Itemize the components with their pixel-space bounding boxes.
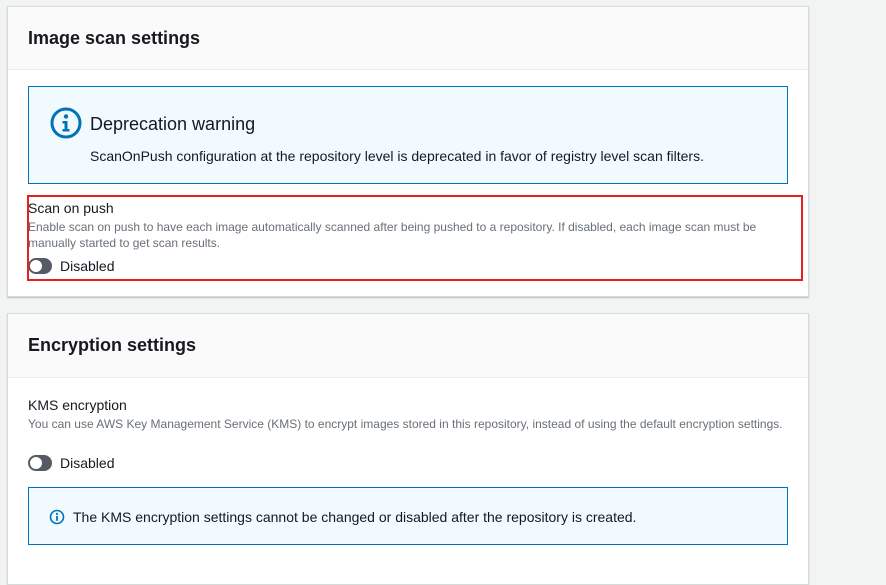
toggle-knob: [30, 457, 42, 469]
toggle-switch[interactable]: [28, 455, 52, 471]
panel-title: Encryption settings: [28, 335, 197, 355]
scan-on-push-description: Enable scan on push to have each image a…: [28, 220, 757, 250]
toggle-knob: [30, 260, 42, 272]
panel-title: Image scan settings: [28, 27, 201, 48]
kms-info-alert: The KMS encryption settings cannot be ch…: [28, 487, 788, 545]
toggle-state-label: Disabled: [60, 258, 115, 274]
info-icon: [50, 107, 82, 139]
alert-content: The KMS encryption settings cannot be ch…: [49, 508, 636, 526]
scan-on-push-label: Scan on push: [28, 200, 114, 216]
toggle-state-label: Disabled: [60, 455, 115, 471]
toggle-switch[interactable]: [28, 258, 52, 274]
alert-heading: Deprecation warning: [90, 114, 256, 134]
panel-header: Encryption settings: [8, 314, 808, 378]
kms-encryption-toggle[interactable]: Disabled: [28, 454, 114, 472]
image-scan-settings-panel: Image scan settings Deprecation warning …: [7, 6, 809, 297]
scan-on-push-toggle[interactable]: Disabled: [28, 257, 114, 275]
kms-info-text: The KMS encryption settings cannot be ch…: [73, 509, 637, 525]
kms-encryption-label: KMS encryption: [28, 397, 127, 413]
deprecation-alert: Deprecation warning ScanOnPush configura…: [28, 86, 788, 184]
info-icon: [49, 509, 65, 525]
alert-text: ScanOnPush configuration at the reposito…: [90, 148, 704, 164]
encryption-settings-panel: Encryption settings KMS encryption You c…: [7, 313, 809, 585]
panel-header: Image scan settings: [8, 7, 808, 70]
kms-encryption-description: You can use AWS Key Management Service (…: [28, 417, 783, 431]
